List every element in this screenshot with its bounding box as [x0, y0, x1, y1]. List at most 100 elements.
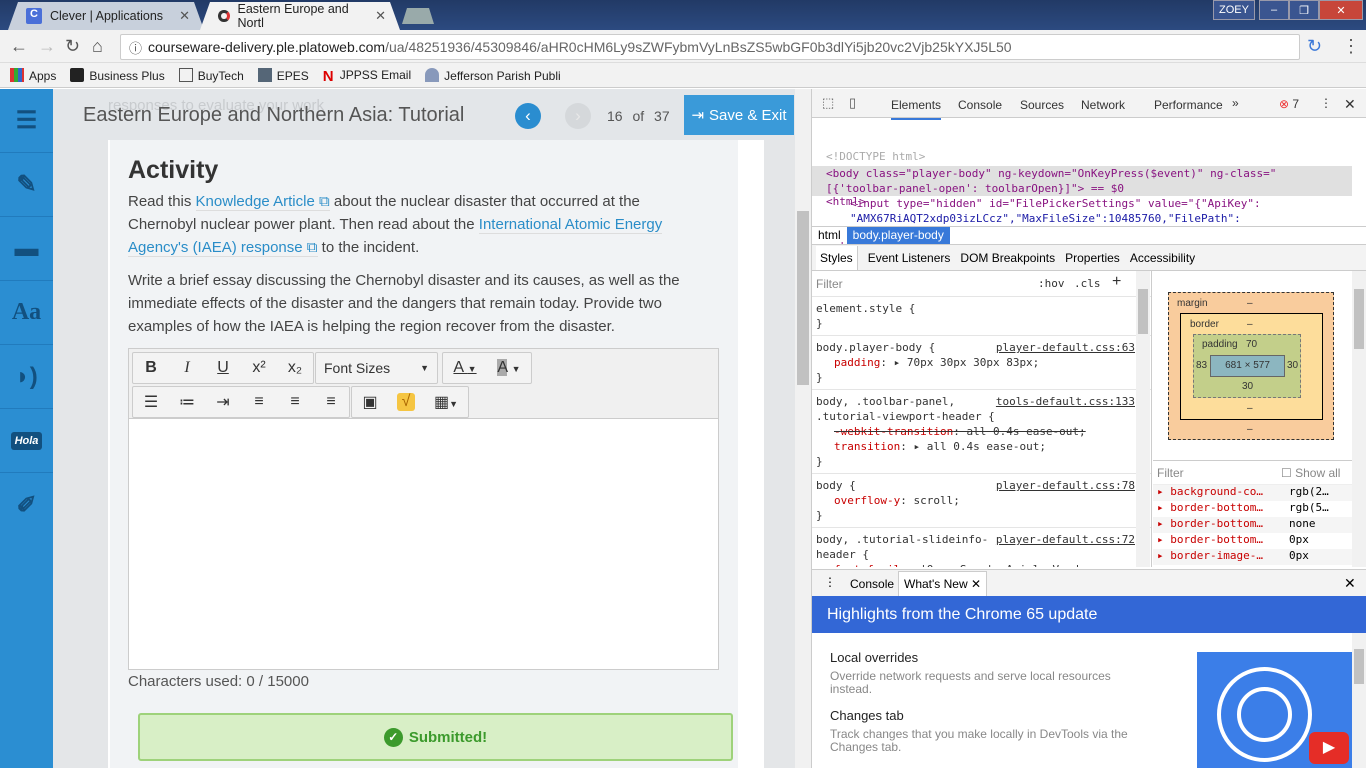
tab-console[interactable]: Console — [958, 98, 1002, 112]
equation-button[interactable]: √ — [397, 393, 415, 411]
scrollbar-thumb[interactable] — [1354, 649, 1364, 684]
play-icon[interactable]: ▶ — [1309, 732, 1349, 764]
close-window-button[interactable]: ✕ — [1319, 0, 1363, 20]
style-declaration[interactable]: -webkit-transition: all 0.4s ease-out; — [816, 424, 1147, 439]
background-color-button[interactable]: A ▼ — [487, 359, 531, 377]
highlighter-icon[interactable]: ✐ — [0, 473, 53, 537]
bookmark-epes[interactable]: EPES — [257, 67, 309, 83]
dom-child[interactable]: <input type="hidden" id="FilePickerSetti… — [850, 196, 1261, 226]
editor-textarea[interactable] — [129, 419, 718, 669]
computed-property[interactable]: ▸ border-bottom… rgb(5… — [1153, 501, 1353, 517]
device-toolbar-icon[interactable]: ▯ — [849, 95, 856, 111]
subtab-dom-breakpoints[interactable]: DOM Breakpoints — [960, 251, 1055, 265]
tab-network[interactable]: Network — [1081, 98, 1125, 112]
rule-source-link[interactable]: player-default.css:63 — [996, 340, 1135, 355]
drawer-tab-console[interactable]: Console — [850, 577, 894, 591]
subtab-accessibility[interactable]: Accessibility — [1130, 251, 1195, 265]
devtools-menu-icon[interactable]: ⋮ — [1320, 96, 1332, 110]
tab-elements[interactable]: Elements — [891, 98, 942, 120]
close-tab-icon[interactable]: ✕ — [375, 8, 386, 24]
save-exit-button[interactable]: ⇥ Save & Exit — [684, 95, 794, 135]
computed-property[interactable]: ▸ border-image-… 0px — [1153, 549, 1353, 565]
drawer-tab-whats-new[interactable]: What's New ✕ — [898, 571, 988, 596]
drawer-scrollbar[interactable] — [1352, 633, 1366, 768]
bookmark-buytech[interactable]: BuyTech — [178, 67, 244, 83]
breadcrumb-html[interactable]: html — [812, 227, 847, 244]
translate-icon[interactable]: Hola — [0, 409, 53, 473]
cls-toggle[interactable]: .cls — [1074, 277, 1101, 290]
reload-icon[interactable]: ↻ — [65, 36, 80, 57]
align-center-button[interactable]: ≡ — [277, 393, 313, 411]
computed-property[interactable]: ▸ border-bottom… 0px — [1153, 533, 1353, 549]
styles-scrollbar[interactable] — [1136, 271, 1150, 567]
close-drawer-icon[interactable]: ✕ — [1344, 575, 1356, 592]
more-tabs-icon[interactable]: » — [1232, 96, 1239, 110]
style-declaration[interactable]: padding: ▸ 70px 30px 30px 83px; — [816, 355, 1147, 370]
tab-eastern-europe[interactable]: Eastern Europe and Nortl ✕ — [200, 2, 400, 30]
image-button[interactable]: ▣ — [352, 392, 388, 412]
style-declaration[interactable]: overflow-y: scroll; — [816, 493, 1147, 508]
subscript-button[interactable]: x₂ — [277, 359, 313, 377]
folder-icon[interactable]: ▬ — [0, 217, 53, 281]
menu-icon[interactable]: ⋮ — [1342, 36, 1360, 57]
back-icon[interactable]: ← — [10, 36, 28, 57]
subtab-properties[interactable]: Properties — [1065, 251, 1120, 265]
tab-performance[interactable]: Performance — [1154, 98, 1223, 112]
knowledge-article-link[interactable]: Knowledge Article ⧉ — [195, 193, 330, 211]
scrollbar-thumb[interactable] — [1138, 289, 1148, 334]
computed-property[interactable]: ▸ background-co… rgb(2… — [1153, 485, 1353, 501]
close-tab-icon[interactable]: ✕ — [179, 8, 190, 24]
subtab-styles[interactable]: Styles — [816, 245, 858, 270]
extension-icon[interactable]: ↻ — [1307, 36, 1322, 57]
forward-icon[interactable]: → — [38, 36, 56, 57]
computed-filter-input[interactable]: Filter ☐ Show all — [1153, 461, 1353, 485]
dictionary-icon[interactable]: Aa — [0, 281, 53, 345]
previous-button[interactable]: ‹ — [515, 103, 541, 129]
feature-title[interactable]: Local overrides — [830, 650, 1150, 665]
bookmark-business-plus[interactable]: Business Plus — [70, 67, 165, 83]
styles-filter-input[interactable]: Filter :hov .cls + — [812, 271, 1151, 297]
maximize-button[interactable]: ❐ — [1289, 0, 1319, 20]
bookmark-jefferson-parish[interactable]: Jefferson Parish Publi — [425, 67, 561, 83]
table-button[interactable]: ▦▼ — [424, 392, 468, 412]
home-icon[interactable]: ⌂ — [92, 36, 103, 57]
bookmark-jppss-email[interactable]: N JPPSS Email — [323, 68, 411, 85]
error-counter[interactable]: ⊗ 7 — [1279, 97, 1299, 111]
list-icon[interactable]: ☰ — [0, 89, 53, 153]
italic-button[interactable]: I — [169, 359, 205, 377]
bold-button[interactable]: B — [133, 359, 169, 377]
computed-property[interactable]: ▸ border-bottom… none — [1153, 517, 1353, 533]
align-left-button[interactable]: ≡ — [241, 393, 277, 411]
align-right-button[interactable]: ≡ — [313, 393, 349, 411]
new-rule-icon[interactable]: + — [1112, 273, 1121, 291]
text-to-speech-icon[interactable]: ◗) — [0, 345, 53, 409]
address-bar[interactable]: ⓘ courseware-delivery.ple.platoweb.com/u… — [120, 34, 1300, 60]
underline-button[interactable]: U — [205, 359, 241, 377]
subtab-event-listeners[interactable]: Event Listeners — [868, 251, 951, 265]
indent-button[interactable]: ⇥ — [205, 392, 241, 412]
rule-source-link[interactable]: tools-default.css:133 — [996, 394, 1135, 409]
style-declaration[interactable]: font-family: 'Open Sans', Arial, Verdana… — [816, 562, 1147, 567]
drawer-menu-icon[interactable]: ⋮ — [824, 575, 836, 589]
scrollbar-thumb[interactable] — [797, 211, 809, 385]
hov-toggle[interactable]: :hov — [1038, 277, 1065, 290]
tab-sources[interactable]: Sources — [1020, 98, 1064, 112]
scrollbar-thumb[interactable] — [1354, 289, 1364, 349]
notes-icon[interactable]: ✎ — [0, 153, 53, 217]
selected-dom-node[interactable]: <body class="player-body" ng-keydown="On… — [812, 166, 1352, 196]
rule-source-link[interactable]: player-default.css:78 — [996, 478, 1135, 493]
new-tab-button[interactable] — [402, 8, 434, 24]
font-sizes-select[interactable]: Font Sizes ▼ — [315, 352, 438, 384]
next-button[interactable]: › — [565, 103, 591, 129]
numbered-list-button[interactable]: ≔ — [169, 392, 205, 412]
page-scrollbar[interactable] — [795, 89, 811, 768]
font-color-button[interactable]: A ▼ — [443, 359, 487, 377]
close-tab-icon[interactable]: ✕ — [971, 577, 981, 591]
rule-source-link[interactable]: player-default.css:72 — [996, 532, 1135, 547]
computed-scrollbar[interactable] — [1352, 271, 1366, 567]
superscript-button[interactable]: x² — [241, 359, 277, 377]
tab-clever[interactable]: C Clever | Applications ✕ — [8, 2, 204, 30]
video-thumbnail[interactable]: ▶ — [1197, 652, 1352, 768]
feature-title[interactable]: Changes tab — [830, 708, 1150, 723]
close-devtools-icon[interactable]: ✕ — [1344, 96, 1356, 113]
